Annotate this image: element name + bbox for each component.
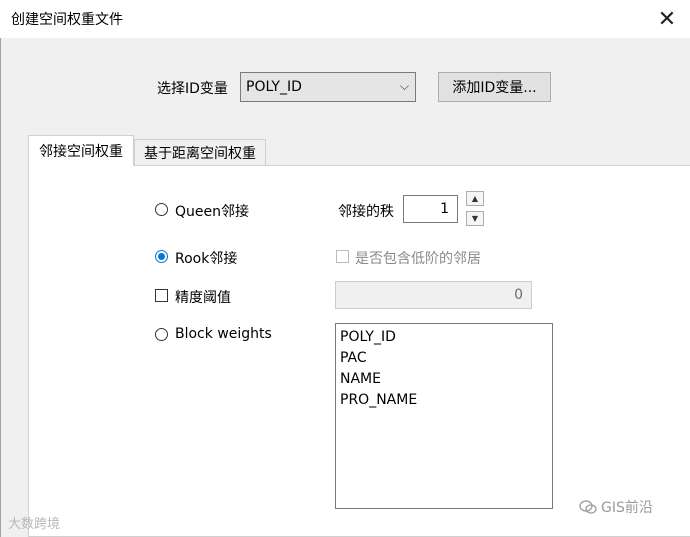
spin-up-button[interactable]: ▲ [466, 191, 484, 206]
close-icon: ✕ [657, 6, 677, 32]
triangle-up-icon: ▲ [471, 194, 479, 203]
spin-down-button[interactable]: ▼ [466, 211, 484, 226]
block-weights-radio[interactable] [155, 328, 168, 341]
precision-threshold-label[interactable]: 精度阈值 [175, 287, 231, 307]
include-lower-order-checkbox[interactable] [336, 250, 349, 263]
precision-threshold-checkbox[interactable] [155, 289, 168, 302]
window-title: 创建空间权重文件 [11, 12, 123, 28]
watermark-left: 大数跨境 [8, 517, 61, 532]
id-variable-value: POLY_ID [246, 79, 302, 95]
wechat-icon [579, 500, 597, 514]
id-variable-label: 选择ID变量 [157, 81, 228, 97]
field-listbox[interactable]: POLY_ID PAC NAME PRO_NAME [335, 323, 553, 509]
list-item[interactable]: POLY_ID [340, 327, 548, 348]
add-id-variable-button[interactable]: 添加ID变量... [438, 72, 551, 102]
precision-threshold-value: 0 [514, 287, 523, 303]
rook-radio[interactable] [155, 250, 168, 263]
queen-label[interactable]: Queen邻接 [175, 201, 249, 221]
order-input[interactable]: 1 [403, 195, 458, 223]
tab-label: 邻接空间权重 [39, 144, 123, 160]
block-weights-label[interactable]: Block weights [175, 326, 272, 342]
queen-radio[interactable] [155, 203, 168, 216]
rook-label[interactable]: Rook邻接 [175, 248, 237, 268]
triangle-down-icon: ▼ [471, 214, 479, 223]
tab-label: 基于距离空间权重 [144, 145, 256, 162]
chevron-down-icon: ⌵ [399, 79, 409, 93]
window-border [0, 38, 1, 537]
close-button[interactable]: ✕ [644, 0, 690, 38]
title-bar: 创建空间权重文件 ✕ [0, 0, 690, 38]
tab-contiguity-weights[interactable]: 邻接空间权重 [28, 135, 134, 166]
watermark-right-text: GIS前沿 [601, 500, 653, 516]
precision-threshold-input[interactable]: 0 [335, 281, 532, 309]
include-lower-order-label: 是否包含低阶的邻居 [355, 251, 481, 267]
tab-distance-weights[interactable]: 基于距离空间权重 [134, 139, 266, 166]
watermark-right: GIS前沿 [579, 497, 653, 517]
list-item[interactable]: PAC [340, 348, 548, 369]
order-value: 1 [440, 201, 449, 217]
id-variable-select[interactable]: POLY_ID ⌵ [240, 72, 416, 102]
list-item[interactable]: NAME [340, 369, 548, 390]
list-item[interactable]: PRO_NAME [340, 390, 548, 411]
order-label: 邻接的秩 [338, 204, 394, 220]
add-id-variable-label: 添加ID变量... [452, 80, 537, 96]
